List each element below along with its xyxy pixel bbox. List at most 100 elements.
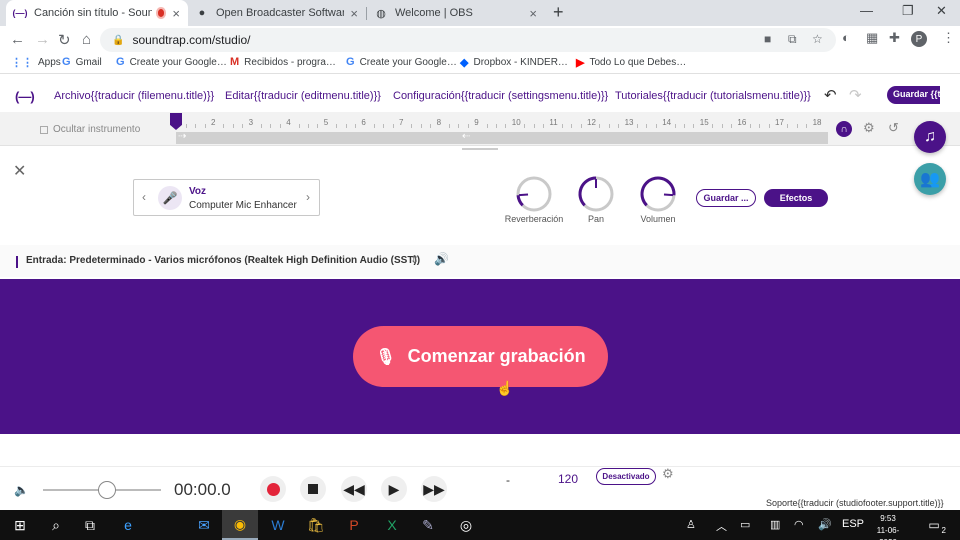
close-tab-icon[interactable]: × [529, 6, 537, 21]
master-volume-slider[interactable] [43, 481, 161, 499]
task-view-icon[interactable]: ⧉ [72, 510, 108, 540]
settings-gear-icon[interactable]: ⚙ [863, 120, 875, 136]
rewind-button[interactable]: ◀◀ [341, 476, 367, 502]
network-icon[interactable]: ▥ [770, 518, 780, 531]
stop-button[interactable] [300, 476, 326, 502]
fast-forward-button[interactable]: ▶▶ [421, 476, 447, 502]
minimize-window-icon[interactable]: — [860, 3, 873, 18]
translate-icon[interactable]: ⧉ [788, 32, 797, 47]
notification-center-icon[interactable]: ▭ 2 [924, 515, 946, 535]
home-icon[interactable]: ⌂ [82, 31, 91, 48]
volume-slider-thumb[interactable] [98, 481, 116, 499]
ruler-minor-tick [806, 124, 808, 128]
menu-file[interactable]: Archivo{{traducir (filemenu.title)}} [54, 90, 214, 102]
reload-icon[interactable]: ↻ [58, 31, 71, 49]
chrome-icon[interactable]: ◉ [222, 510, 258, 540]
close-panel-icon[interactable]: ✕ [13, 161, 26, 181]
reverb-knob[interactable] [515, 175, 553, 213]
panel-resize-handle[interactable] [462, 148, 498, 150]
language-indicator[interactable]: ESP [842, 518, 864, 530]
bookmark-create-google-2[interactable]: G Create your Google… [346, 56, 457, 68]
close-window-icon[interactable]: ✕ [936, 3, 947, 19]
taskbar-clock[interactable]: 9:53 11-06-2020 [868, 513, 908, 540]
battery-icon[interactable]: ▭ [740, 518, 750, 531]
metronome-toggle[interactable]: Desactivado [596, 468, 656, 485]
effects-button[interactable]: Efectos [764, 189, 828, 207]
bookmark-gmail[interactable]: G Gmail [62, 56, 102, 68]
undo-icon[interactable]: ↶ [824, 86, 837, 104]
start-recording-button[interactable]: 🎙 Comenzar grabación [353, 326, 608, 387]
browser-tab-obs[interactable]: ● Open Broadcaster Software® | O… × [188, 0, 366, 26]
collaborators-fab[interactable]: 👥 [914, 163, 946, 195]
bookmark-dropbox[interactable]: ◆ Dropbox - KINDER… [460, 56, 568, 69]
browser-tab-welcome-obs[interactable]: ◍ Welcome | OBS × [367, 0, 545, 26]
support-link[interactable]: Soporte{{traducir (studiofooter.support.… [766, 498, 944, 508]
excel-icon[interactable]: X [374, 510, 410, 540]
soundtrap-logo[interactable]: (—) [15, 89, 35, 104]
metronome-settings-icon[interactable]: ⚙ [662, 466, 674, 482]
extension-icon[interactable]: ◐ [842, 30, 850, 45]
save-button[interactable]: Guardar {{tra [887, 86, 940, 104]
loop-end-arrow-icon[interactable]: ⇠ [462, 131, 470, 142]
save-preset-button[interactable]: Guardar ... [696, 189, 756, 207]
menu-settings[interactable]: Configuración{{traducir (settingsmenu.ti… [393, 90, 608, 102]
bookmark-youtube[interactable]: ▶ Todo Lo que Debes… [576, 56, 686, 69]
bookmark-create-google-1[interactable]: G Create your Google… [116, 56, 227, 68]
windows-start-icon[interactable]: ⊞ [2, 510, 38, 540]
close-tab-icon[interactable]: × [172, 6, 180, 21]
loop-cycle-icon[interactable]: ↺ [888, 120, 899, 136]
store-icon[interactable]: 🛍 [298, 510, 334, 540]
camera-icon[interactable]: ■ [764, 32, 771, 46]
browser-tab-soundtrap[interactable]: (—) Canción sin título - Soundtr… × [6, 0, 188, 26]
hide-instrument-toggle[interactable]: Ocultar instrumento [40, 124, 140, 135]
loop-start-arrow-icon[interactable]: ⇢ [178, 131, 186, 142]
menu-edit[interactable]: Editar{{traducir (editmenu.title)}} [225, 90, 381, 102]
speaker-icon[interactable]: 🔈 [14, 483, 29, 497]
tempo-display[interactable]: 120 [558, 472, 578, 486]
instrument-preset-selector[interactable]: ‹ 🎤 Voz Computer Mic Enhancer › [133, 179, 320, 216]
key-display[interactable]: - [506, 473, 510, 487]
extensions-puzzle-icon[interactable]: ✚ [889, 30, 900, 46]
back-icon[interactable]: ← [10, 31, 25, 48]
volume-knob[interactable] [639, 175, 677, 213]
mail-icon[interactable]: ✉ [186, 510, 222, 540]
profile-avatar[interactable]: P [911, 31, 927, 47]
clock-time: 9:53 [880, 514, 896, 523]
address-bar[interactable]: 🔒 soundtrap.com/studio/ ■ ⧉ ☆ [100, 28, 836, 52]
previous-preset-icon[interactable]: ‹ [142, 190, 146, 204]
pan-knob[interactable] [577, 175, 615, 213]
record-button[interactable] [260, 476, 286, 502]
ruler-minor-tick [261, 124, 262, 128]
input-source-select[interactable]: Entrada: Predeterminado - Varios micrófo… [26, 255, 420, 266]
select-arrows-icon[interactable]: ⇕ [410, 253, 419, 266]
show-hidden-icons-icon[interactable]: ︿ [716, 518, 727, 534]
new-tab-button[interactable]: + [553, 2, 564, 23]
bookmark-star-icon[interactable]: ☆ [812, 32, 823, 46]
menu-tutorials[interactable]: Tutoriales{{traducir (tutorialsmenu.titl… [615, 90, 811, 102]
ruler-minor-tick [345, 124, 347, 128]
obs-icon[interactable]: ◎ [448, 510, 484, 540]
app-icon[interactable]: ✎ [410, 510, 446, 540]
snap-magnet-icon[interactable]: ∩ [836, 121, 852, 137]
extension-grid-icon[interactable]: ▦ [866, 30, 878, 46]
next-preset-icon[interactable]: › [306, 190, 310, 204]
redo-icon[interactable]: ↷ [849, 86, 862, 104]
wifi-icon[interactable]: ◠ [794, 518, 804, 531]
ruler-minor-tick [204, 124, 206, 128]
music-loops-fab[interactable]: ♫ [914, 121, 946, 153]
people-icon[interactable]: ♙ [686, 518, 696, 531]
browser-menu-icon[interactable]: ⋮ [942, 30, 955, 46]
forward-icon[interactable]: → [35, 31, 50, 48]
word-icon[interactable]: W [260, 510, 296, 540]
powerpoint-icon[interactable]: P [336, 510, 372, 540]
loop-region-bar[interactable]: ⇢ ⇠ [176, 131, 828, 144]
bookmark-recibidos[interactable]: M Recibidos - progra… [230, 56, 336, 68]
volume-icon[interactable]: 🔊 [818, 518, 832, 531]
edge-icon[interactable]: e [110, 510, 146, 540]
search-icon[interactable]: ⌕ [38, 510, 74, 540]
play-button[interactable]: ▶ [381, 476, 407, 502]
bookmark-apps[interactable]: ⋮⋮ Apps [11, 56, 61, 69]
close-tab-icon[interactable]: × [350, 6, 358, 21]
monitor-speaker-icon[interactable]: 🔊 [434, 252, 449, 266]
restore-window-icon[interactable]: ❐ [902, 3, 914, 19]
